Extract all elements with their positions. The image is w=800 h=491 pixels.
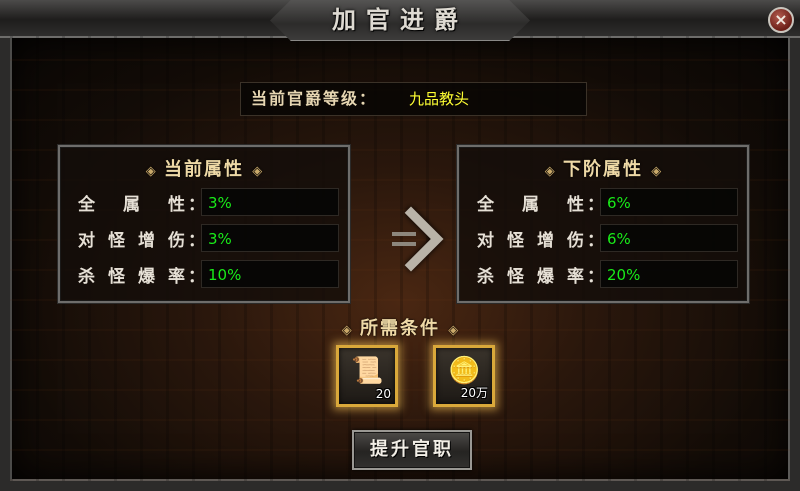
promote-button[interactable]: 提升官职 (352, 430, 472, 470)
rank-value: 九品教头 (409, 90, 470, 108)
ornament-right-icon: ◈ (651, 164, 662, 179)
attribute-label: 全 属 性 (78, 195, 186, 215)
attribute-value: 6% (600, 188, 738, 216)
attribute-label: 全 属 性 (477, 195, 585, 215)
next-attributes-title: 下阶属性 (563, 159, 643, 180)
window-title: 加官进爵 (332, 5, 468, 34)
current-attributes-panel: ◈ 当前属性 ◈ 全 属 性 ： 3% 对怪增伤 ： 3% 杀怪爆率 ： 10% (58, 145, 350, 303)
attribute-value: 6% (600, 224, 738, 252)
attribute-row: 杀怪爆率 ： 10% (78, 260, 339, 288)
gold-coins-icon: 🪙 (448, 356, 481, 386)
close-icon: × (774, 10, 788, 29)
attribute-value: 10% (201, 260, 339, 288)
item-count: 20万 (460, 386, 488, 400)
rank-label: 当前官爵等级： (251, 89, 378, 108)
attribute-label: 对怪增伤 (477, 231, 585, 251)
attribute-value: 3% (201, 188, 339, 216)
ornament-right-icon: ◈ (252, 164, 263, 179)
attribute-row: 对怪增伤 ： 3% (78, 224, 339, 252)
requirements-title: 所需条件 (360, 318, 440, 339)
next-attributes-header: ◈ 下阶属性 ◈ (459, 155, 747, 180)
attribute-label: 杀怪爆率 (78, 267, 186, 287)
next-attributes-panel: ◈ 下阶属性 ◈ 全 属 性 ： 6% 对怪增伤 ： 6% 杀怪爆率 ： 20% (457, 145, 749, 303)
item-count: 20 (375, 387, 391, 401)
attribute-value: 20% (600, 260, 738, 288)
ornament-left-icon: ◈ (341, 323, 352, 338)
requirement-slot-gold[interactable]: 🪙 20万 (433, 345, 495, 407)
attribute-row: 对怪增伤 ： 6% (477, 224, 738, 252)
attribute-row: 杀怪爆率 ： 20% (477, 260, 738, 288)
requirement-slot-scroll[interactable]: 📜 20 (336, 345, 398, 407)
attribute-label: 对怪增伤 (78, 231, 186, 251)
attribute-row: 全 属 性 ： 6% (477, 188, 738, 216)
requirements-header: ◈ 所需条件 ◈ (250, 314, 550, 340)
attribute-value: 3% (201, 224, 339, 252)
ornament-left-icon: ◈ (544, 164, 555, 179)
attribute-row: 全 属 性 ： 3% (78, 188, 339, 216)
attribute-label: 杀怪爆率 (477, 267, 585, 287)
rank-display: 当前官爵等级： 九品教头 (240, 82, 587, 116)
ornament-right-icon: ◈ (448, 323, 459, 338)
scroll-icon: 📜 (351, 356, 384, 386)
close-button[interactable]: × (768, 7, 794, 33)
ornament-left-icon: ◈ (145, 164, 156, 179)
current-attributes-header: ◈ 当前属性 ◈ (60, 155, 348, 180)
current-attributes-title: 当前属性 (164, 159, 244, 180)
